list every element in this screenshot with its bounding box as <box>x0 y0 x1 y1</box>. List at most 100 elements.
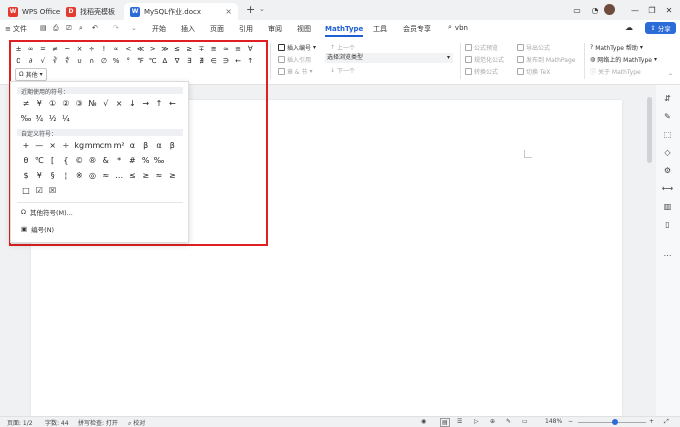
recent-symbol[interactable]: № <box>87 97 99 109</box>
translate-icon[interactable]: ⟷ <box>662 183 673 194</box>
layout-icon[interactable]: ▭ <box>570 4 584 16</box>
adjust-icon[interactable]: ⇵ <box>662 93 673 104</box>
custom-symbol[interactable]: ☒ <box>47 184 59 196</box>
collapse-ribbon-icon[interactable]: ⌃ <box>668 73 673 80</box>
search-box[interactable]: ⌕ vbn <box>448 23 468 32</box>
custom-symbol[interactable]: ℃ <box>33 154 45 166</box>
play-icon[interactable]: ▷ <box>474 418 479 425</box>
custom-symbol[interactable]: α <box>153 139 165 151</box>
custom-symbol[interactable]: ¦ <box>60 169 72 181</box>
more-icon[interactable]: ⌄ <box>131 24 137 32</box>
custom-symbol[interactable]: ¥ <box>33 169 45 181</box>
custom-symbol[interactable]: ≥ <box>166 169 178 181</box>
custom-symbol[interactable]: © <box>73 154 85 166</box>
custom-symbol[interactable]: ‰ <box>153 154 165 166</box>
scrollbar-thumb[interactable] <box>647 97 652 163</box>
custom-symbol[interactable]: ≈ <box>100 169 112 181</box>
skin-icon[interactable]: ◔ <box>588 4 602 16</box>
about-mathtype-button[interactable]: ⓘ 关于 MathType <box>590 67 641 76</box>
minimize-icon[interactable]: — <box>628 4 642 16</box>
menu-tools[interactable]: 工具 <box>373 23 387 35</box>
custom-symbol[interactable]: % <box>140 154 152 166</box>
document-icon[interactable]: ▯ <box>662 219 673 230</box>
custom-symbol[interactable]: — <box>33 139 45 151</box>
custom-symbol[interactable]: ≥ <box>140 169 152 181</box>
recent-symbol[interactable]: ≠ <box>20 97 32 109</box>
spell-check-status[interactable]: 拼写检查: 打开 <box>78 418 118 427</box>
recent-symbol[interactable]: ¥ <box>33 97 45 109</box>
convert-formula-button[interactable]: 转换公式 <box>465 67 498 76</box>
custom-symbol[interactable]: □ <box>20 184 32 196</box>
recent-symbol[interactable]: √ <box>100 97 112 109</box>
pdf-icon[interactable]: ⎙ <box>53 24 59 33</box>
mathtype-help-button[interactable]: ? MathType 帮助 ▾ <box>590 43 643 52</box>
custom-symbol[interactable]: θ <box>20 154 32 166</box>
recent-symbol[interactable]: ½ <box>47 112 59 124</box>
word-count[interactable]: 字数: 44 <box>45 418 69 427</box>
custom-symbol[interactable]: ® <box>87 154 99 166</box>
recent-symbol[interactable]: ¾ <box>33 112 45 124</box>
file-menu[interactable]: ≡ 文件 <box>5 24 27 34</box>
new-tab-button[interactable]: + <box>246 3 255 16</box>
chapter-button[interactable]: 章 & 节 ▾ <box>278 67 313 76</box>
outline-view-icon[interactable]: ☰ <box>457 418 462 425</box>
recent-symbol[interactable]: ↓ <box>126 97 138 109</box>
custom-symbol[interactable]: $ <box>20 169 32 181</box>
numbering-menu-item[interactable]: ▣ 编号(N) <box>21 224 54 234</box>
custom-symbol[interactable]: ≈ <box>153 169 165 181</box>
custom-symbol[interactable]: × <box>47 139 59 151</box>
custom-symbol[interactable]: * <box>113 154 125 166</box>
shape-icon[interactable]: ◇ <box>662 147 673 158</box>
recent-symbol[interactable]: ① <box>47 97 59 109</box>
recent-symbol[interactable]: ‰ <box>20 112 32 124</box>
custom-symbol[interactable]: cm <box>100 139 112 151</box>
other-symbols-menu-item[interactable]: Ω 其他符号(M)... <box>21 207 73 217</box>
insert-reference-button[interactable]: 插入引用 <box>278 55 311 64</box>
recent-symbol[interactable]: ③ <box>73 97 85 109</box>
custom-symbol[interactable]: β <box>140 139 152 151</box>
custom-symbol[interactable]: { <box>60 154 72 166</box>
custom-symbol[interactable]: § <box>47 169 59 181</box>
undo-icon[interactable]: ↶ <box>92 24 98 32</box>
recent-symbol[interactable]: ¼ <box>60 112 72 124</box>
recent-symbol[interactable]: ↑ <box>153 97 165 109</box>
redo-icon[interactable]: ↷ <box>113 24 119 32</box>
custom-symbol[interactable]: ☑ <box>33 184 45 196</box>
close-tab-icon[interactable]: × <box>225 7 232 16</box>
write-icon[interactable]: ✎ <box>506 418 511 425</box>
fullscreen-icon[interactable]: ⤢ <box>664 418 669 426</box>
formula-preview-button[interactable]: 公式预览 <box>465 43 498 52</box>
browse-type-select[interactable]: 选择浏览类型 ▾ <box>325 53 453 63</box>
recent-symbol[interactable]: ← <box>166 97 178 109</box>
prev-button[interactable]: ↑ 上一个 <box>330 43 355 52</box>
print-icon[interactable]: ⎚ <box>66 24 72 33</box>
custom-symbol[interactable]: α <box>126 139 138 151</box>
zoom-level[interactable]: 148% <box>545 418 562 425</box>
custom-symbol[interactable]: m² <box>113 139 125 151</box>
page-view-icon[interactable]: ▤ <box>440 418 450 427</box>
select-icon[interactable]: ⬚ <box>662 129 673 140</box>
tab-docer-templates[interactable]: D 找稻壳模板 <box>60 3 121 20</box>
custom-symbol[interactable]: [ <box>47 154 59 166</box>
recent-symbol[interactable]: → <box>140 97 152 109</box>
custom-symbol[interactable]: mm <box>85 139 101 151</box>
custom-symbol[interactable]: ÷ <box>60 139 72 151</box>
maximize-icon[interactable]: ❐ <box>645 4 659 16</box>
zoom-in-icon[interactable]: + <box>649 418 654 425</box>
zoom-slider-thumb[interactable] <box>612 419 619 425</box>
web-view-icon[interactable]: ⊕ <box>490 418 495 425</box>
custom-symbol[interactable]: + <box>20 139 32 151</box>
publish-mathpage-button[interactable]: 发布到 MathPage <box>517 55 575 64</box>
layout-icon[interactable]: ▭ <box>522 418 528 425</box>
pen-icon[interactable]: ✎ <box>662 111 673 122</box>
vertical-scrollbar[interactable] <box>644 85 656 416</box>
tab-dropdown-icon[interactable]: ⌄ <box>259 5 265 13</box>
save-icon[interactable]: ▤ <box>40 24 47 32</box>
preview-icon[interactable]: ⌕ <box>79 24 83 33</box>
menu-insert[interactable]: 插入 <box>181 23 195 35</box>
next-button[interactable]: ↓ 下一个 <box>330 66 355 75</box>
tools-icon[interactable]: ⚙ <box>662 165 673 176</box>
mathtype-online-button[interactable]: ◍ 网络上的 MathType ▾ <box>590 55 657 64</box>
cloud-icon[interactable]: ☁ <box>625 23 633 32</box>
menu-view[interactable]: 视图 <box>297 23 311 35</box>
